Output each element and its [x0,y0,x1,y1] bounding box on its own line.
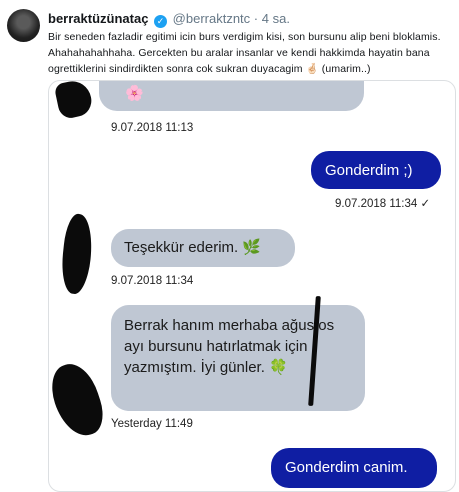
message-bubble-4: Berrak hanım merhaba ağustos ayı bursunu… [111,305,365,411]
redacted-avatar-1 [53,81,95,121]
tweet-text: Bir seneden fazladir egitimi icin burs v… [48,31,441,75]
message-time-3: 9.07.2018 11:34 [111,275,194,287]
attached-screenshot[interactable]: 🌸 9.07.2018 11:13 Gonderdim ;) 9.07.2018… [48,80,456,492]
profile-avatar[interactable] [7,9,40,42]
message-time-1: 9.07.2018 11:13 [111,122,194,134]
handle[interactable]: @berraktzntc [173,11,251,26]
redacted-avatar-2 [58,212,96,296]
tweet-time[interactable]: 4 sa. [262,11,290,26]
verified-badge-icon: ✓ [154,15,168,28]
message-text-2: Gonderdim ;) [325,162,413,179]
message-bubble-1: 🌸 [99,81,364,111]
message-time-4: Yesterday 11:49 [111,418,193,430]
message-text-5: Gonderdim canim. [285,459,408,476]
redacted-avatar-3 [49,358,110,442]
flower-emoji: 🌸 [125,85,144,102]
separator: · [253,11,259,26]
message-text-4: Berrak hanım merhaba ağustos ayı bursunu… [124,317,335,376]
tweet-header: berraktüzünataç ✓ @berraktzntc · 4 sa. [48,11,290,28]
message-bubble-5: Gonderdim canim. [271,448,437,488]
message-text-3: Teşekkür ederim. 🌿 [124,239,262,256]
message-time-2: 9.07.2018 11:34 ✓ [335,198,431,210]
message-bubble-2: Gonderdim ;) [311,151,441,189]
message-bubble-3: Teşekkür ederim. 🌿 [111,229,295,267]
display-name[interactable]: berraktüzünataç [48,11,148,26]
